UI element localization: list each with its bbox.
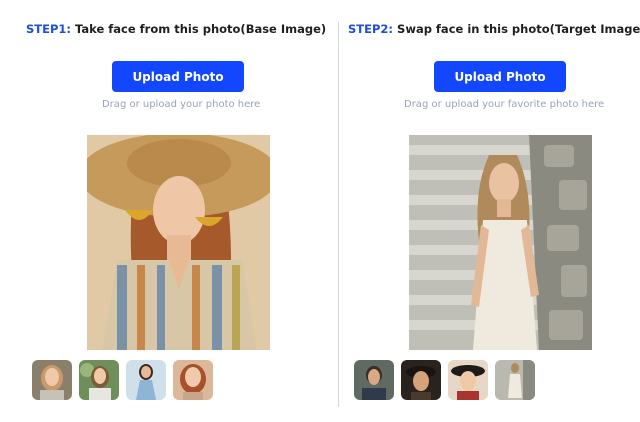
sample-thumb-man-portrait[interactable] [354, 360, 394, 400]
step1-number: STEP1: [26, 22, 72, 36]
step2-number: STEP2: [348, 22, 394, 36]
upload-base-photo-button[interactable]: Upload Photo [112, 61, 244, 92]
sample-thumb-woman-in-dress[interactable] [126, 360, 166, 400]
target-image [409, 135, 592, 350]
sample-thumb-woman-full-body[interactable] [495, 360, 535, 400]
column-divider [338, 22, 339, 407]
sample-thumb-man-with-hat[interactable] [401, 360, 441, 400]
base-sample-thumbnails [32, 360, 213, 400]
sample-thumb-woman-red-hair[interactable] [173, 360, 213, 400]
upload-target-photo-button[interactable]: Upload Photo [434, 61, 566, 92]
step1-text: Take face from this photo(Base Image) [75, 22, 327, 36]
target-upload-hint: Drag or upload your favorite photo here [404, 99, 605, 110]
base-image [87, 135, 270, 350]
step2-text: Swap face in this photo(Target Image) [397, 22, 640, 36]
step1-title: STEP1: Take face from this photo(Base Im… [26, 22, 326, 36]
target-sample-thumbnails [354, 360, 535, 400]
base-upload-hint: Drag or upload your photo here [102, 99, 261, 110]
sample-thumb-woman-smiling[interactable] [32, 360, 72, 400]
sample-thumb-woman-in-garden[interactable] [79, 360, 119, 400]
step2-title: STEP2: Swap face in this photo(Target Im… [348, 22, 640, 36]
sample-thumb-woman-with-hat[interactable] [448, 360, 488, 400]
